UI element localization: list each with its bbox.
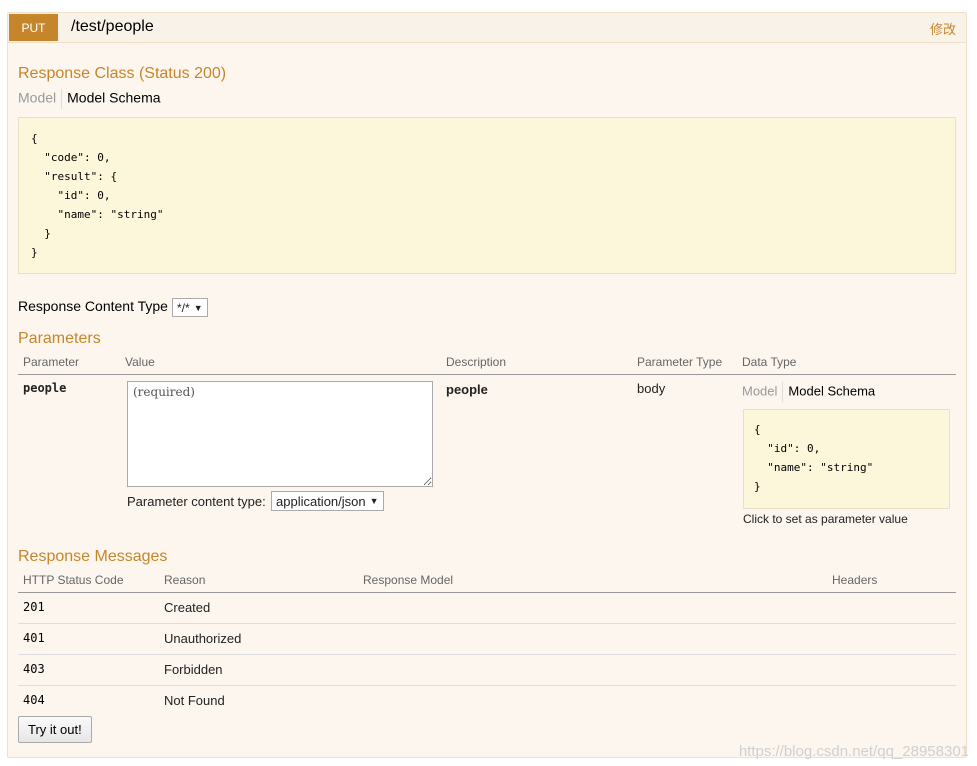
status-code: 404 (23, 693, 45, 707)
data-type-tab-model-schema[interactable]: Model Schema (788, 383, 875, 398)
response-messages-title: Response Messages (18, 548, 168, 565)
param-content-type-label: Parameter content type: (127, 494, 266, 509)
response-content-type-label: Response Content Type (18, 298, 168, 314)
status-code: 401 (23, 631, 45, 645)
response-class-title: Response Class (Status 200) (18, 65, 227, 82)
status-code: 403 (23, 662, 45, 676)
param-header-parameter: Parameter (23, 355, 80, 369)
tab-divider (61, 89, 63, 109)
param-content-type-select[interactable]: application/json ▼ (271, 491, 384, 511)
edit-link[interactable]: 修改 (930, 19, 956, 38)
param-header-data-type: Data Type (742, 355, 797, 369)
status-reason: Not Found (164, 693, 225, 708)
response-content-type-value: */* (177, 300, 190, 315)
param-header-description: Description (446, 355, 507, 369)
resp-header-model: Response Model (363, 573, 454, 587)
tab-model-schema[interactable]: Model Schema (67, 90, 160, 106)
row-divider (18, 685, 956, 686)
param-header-parameter-type: Parameter Type (637, 355, 723, 369)
parameters-title: Parameters (18, 330, 101, 347)
row-divider (18, 623, 956, 624)
tab-divider (782, 382, 784, 402)
chevron-down-icon: ▼ (193, 302, 203, 313)
data-type-tabs: Model Model Schema (742, 382, 875, 402)
operation-panel: PUT /test/people 修改 Response Class (Stat… (7, 12, 967, 758)
data-type-tab-model[interactable]: Model (742, 383, 777, 398)
param-content-type-value: application/json (276, 493, 366, 509)
resp-header-status: HTTP Status Code (23, 573, 124, 587)
response-class-tabs: Model Model Schema (18, 89, 161, 109)
endpoint-path[interactable]: /test/people (71, 18, 154, 36)
status-code: 201 (23, 600, 45, 614)
people-param-input[interactable] (127, 381, 433, 487)
status-reason: Forbidden (164, 662, 223, 677)
response-schema-snippet: { "code": 0, "result": { "id": 0, "name"… (18, 117, 956, 274)
param-type: body (637, 381, 666, 396)
param-header-divider (18, 374, 956, 375)
param-name: people (23, 381, 67, 395)
param-description: people (446, 382, 488, 397)
watermark: https://blog.csdn.net/qq_28958301 (738, 743, 969, 760)
status-reason: Created (164, 600, 211, 615)
chevron-down-icon: ▼ (369, 496, 379, 506)
resp-header-divider (18, 592, 956, 593)
http-method-badge[interactable]: PUT (9, 14, 58, 41)
response-content-type-select[interactable]: */* ▼ (172, 298, 208, 317)
schema-hint: Click to set as parameter value (743, 512, 908, 526)
param-schema-snippet[interactable]: { "id": 0, "name": "string" } (743, 409, 950, 509)
resp-header-reason: Reason (164, 573, 206, 587)
resp-header-headers: Headers (832, 573, 878, 587)
try-it-out-button[interactable]: Try it out! (18, 716, 92, 743)
operation-heading[interactable]: PUT /test/people 修改 (8, 13, 966, 43)
status-reason: Unauthorized (164, 631, 242, 646)
tab-model[interactable]: Model (18, 90, 56, 106)
row-divider (18, 654, 956, 655)
param-header-value: Value (125, 355, 155, 369)
